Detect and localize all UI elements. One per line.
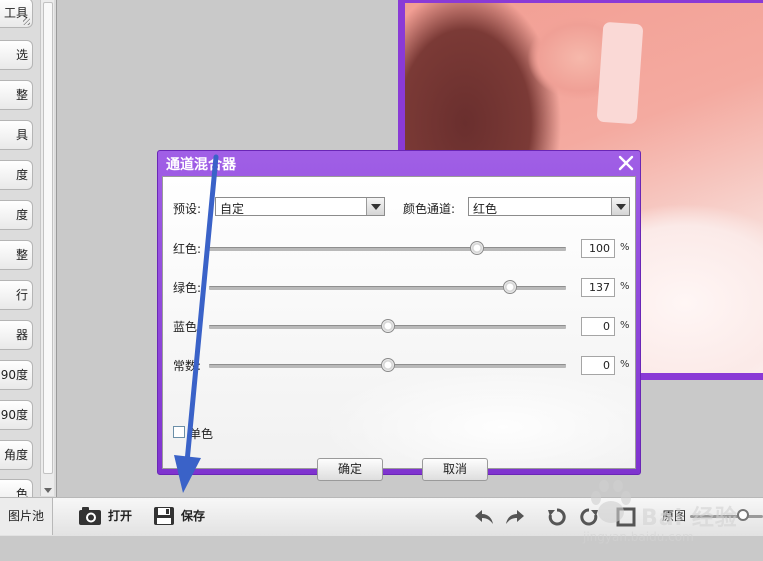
tool-item-label: 整 xyxy=(15,248,28,262)
red-unit: % xyxy=(620,242,630,253)
tool-item[interactable]: 角度 xyxy=(0,440,33,470)
close-icon[interactable] xyxy=(616,153,636,173)
color-channel-select[interactable]: 红色 xyxy=(468,197,630,216)
blue-value-input[interactable]: 0 xyxy=(581,317,615,336)
tool-item[interactable]: 具 xyxy=(0,120,33,150)
blue-slider-knob[interactable] xyxy=(380,319,395,333)
tool-item[interactable]: 选 xyxy=(0,40,33,70)
rotate-left-icon[interactable] xyxy=(546,506,568,528)
green-unit: % xyxy=(620,281,630,292)
tool-item-label: 选 xyxy=(15,48,28,62)
save-label: 保存 xyxy=(181,509,206,523)
tool-item-label: 行 xyxy=(15,288,28,302)
tool-item[interactable]: 90度 xyxy=(0,360,33,390)
tool-item[interactable]: 行 xyxy=(0,280,33,310)
scrollbar-thumb[interactable] xyxy=(43,2,53,474)
camera-icon xyxy=(79,507,101,525)
tool-item[interactable]: 器 xyxy=(0,320,33,350)
dialog-body: 预设: 自定 颜色通道: 红色 红色: 100 % 绿色: 137 % 蓝色 0… xyxy=(162,176,636,481)
rotate-right-icon[interactable] xyxy=(578,506,600,528)
blue-unit: % xyxy=(620,320,630,331)
tool-item[interactable]: 度 xyxy=(0,200,33,230)
tool-item-tools[interactable]: 工具 xyxy=(0,0,33,28)
red-slider-knob[interactable] xyxy=(469,241,484,255)
undo-icon[interactable] xyxy=(473,506,495,528)
floppy-disk-icon xyxy=(154,507,174,525)
tool-item-label: 度 xyxy=(15,168,28,182)
zoom-label: 原图 xyxy=(662,509,687,523)
open-button[interactable]: 打开 xyxy=(78,504,132,528)
status-strip xyxy=(0,536,763,561)
tool-item-label: 器 xyxy=(15,328,28,342)
left-tool-panel: 工具 选 整 具 度 度 整 行 器 90度 90度 角度 色 xyxy=(0,0,57,509)
green-slider-knob[interactable] xyxy=(502,280,517,294)
tool-item-label: 度 xyxy=(15,208,28,222)
photo-phone-shape xyxy=(596,21,644,125)
zoom-slider-knob[interactable] xyxy=(737,509,749,521)
tool-item-label: 90度 xyxy=(0,368,28,382)
chevron-down-icon[interactable] xyxy=(366,198,384,215)
monochrome-checkbox[interactable] xyxy=(173,426,185,438)
zoom-slider[interactable] xyxy=(690,509,763,521)
green-slider-label: 绿色: xyxy=(173,281,202,295)
tool-item[interactable]: 整 xyxy=(0,240,33,270)
red-slider[interactable] xyxy=(209,241,566,255)
preset-label: 预设: xyxy=(173,202,202,216)
resize-grip-icon xyxy=(23,18,30,25)
blue-slider[interactable] xyxy=(209,319,566,333)
fit-window-icon[interactable] xyxy=(615,506,637,528)
preset-select[interactable]: 自定 xyxy=(215,197,385,216)
red-value-input[interactable]: 100 xyxy=(581,239,615,258)
preset-select-value: 自定 xyxy=(220,202,245,216)
bottom-toolbar: 图片池 打开 保存 原图 xyxy=(0,497,763,537)
green-slider[interactable] xyxy=(209,280,566,294)
tool-item-label: 90度 xyxy=(0,408,28,422)
redo-icon[interactable] xyxy=(504,506,526,528)
tool-item[interactable]: 整 xyxy=(0,80,33,110)
tool-item-label: 整 xyxy=(15,88,28,102)
image-pool-tab[interactable]: 图片池 xyxy=(0,498,53,535)
save-button[interactable]: 保存 xyxy=(153,504,205,528)
color-channel-select-value: 红色 xyxy=(473,202,498,216)
constant-unit: % xyxy=(620,359,630,370)
monochrome-label: 单色 xyxy=(189,427,214,441)
constant-slider-knob[interactable] xyxy=(380,358,395,372)
left-panel-scrollbar[interactable] xyxy=(40,0,54,496)
dialog-title: 通道混合器 xyxy=(166,157,236,173)
tool-item-label: 具 xyxy=(15,128,28,142)
open-label: 打开 xyxy=(108,509,133,523)
tool-item[interactable]: 度 xyxy=(0,160,33,190)
red-slider-label: 红色: xyxy=(173,242,202,256)
cancel-button[interactable]: 取消 xyxy=(422,458,488,481)
channel-mixer-dialog: 通道混合器 预设: 自定 颜色通道: 红色 红色: 100 % 绿色: 137 … xyxy=(157,150,641,481)
tool-item[interactable]: 90度 xyxy=(0,400,33,430)
chevron-down-icon[interactable] xyxy=(611,198,629,215)
tool-item-label: 角度 xyxy=(3,448,28,462)
constant-slider-label: 常数: xyxy=(173,359,202,373)
color-channel-label: 颜色通道: xyxy=(403,202,456,216)
green-value-input[interactable]: 137 xyxy=(581,278,615,297)
constant-slider[interactable] xyxy=(209,358,566,372)
constant-value-input[interactable]: 0 xyxy=(581,356,615,375)
blue-slider-label: 蓝色 xyxy=(173,320,198,334)
scroll-down-arrow-icon[interactable] xyxy=(44,488,52,493)
ok-button[interactable]: 确定 xyxy=(317,458,383,481)
